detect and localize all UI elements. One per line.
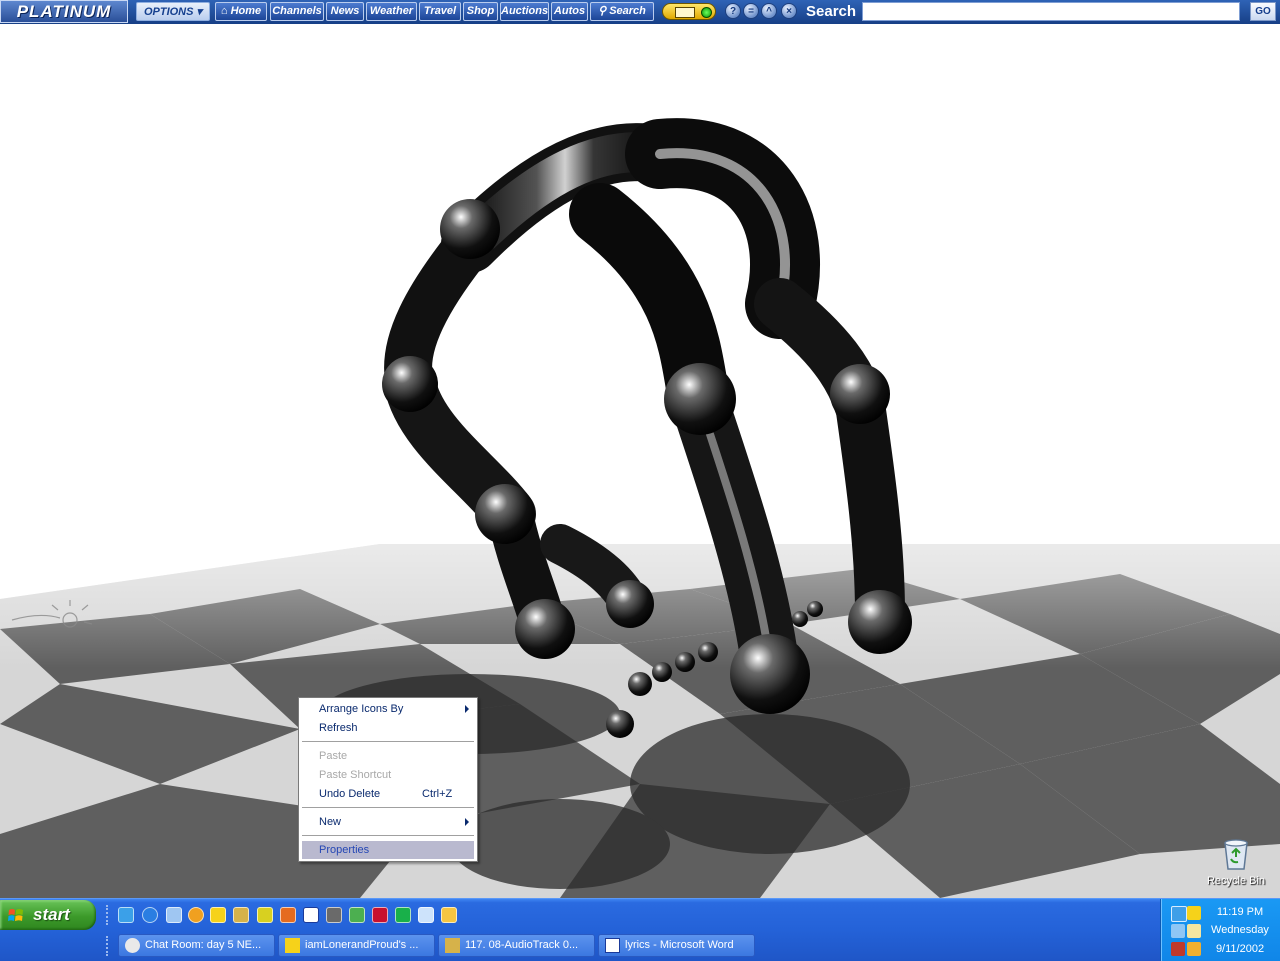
messenger-icon[interactable]	[257, 907, 273, 923]
clock-date: 9/11/2002	[1215, 943, 1265, 955]
menu-arrange-icons-by[interactable]: Arrange Icons By	[302, 700, 474, 718]
download-icon[interactable]	[349, 907, 365, 923]
recycle-bin-label: Recycle Bin	[1206, 875, 1266, 887]
alert-tray-icon[interactable]	[1171, 942, 1185, 956]
context-menu: Arrange Icons By Refresh Paste Paste Sho…	[298, 697, 478, 862]
nav-weather[interactable]: Weather	[366, 2, 417, 21]
chat-icon	[125, 938, 140, 953]
nav-news[interactable]: News	[326, 2, 364, 21]
toolbar-grip[interactable]	[106, 936, 112, 956]
word-icon	[605, 938, 620, 953]
nav-home[interactable]: ⌂ Home	[215, 2, 267, 21]
taskbar: start Chat Room: day 5 NE... iamLonerand…	[0, 898, 1280, 961]
menu-separator	[302, 741, 474, 742]
network-tray-icon[interactable]	[1171, 906, 1187, 922]
close-button[interactable]: ×	[781, 3, 797, 19]
nav-search[interactable]: ⚲ Search	[590, 2, 654, 21]
winamp-icon	[445, 938, 460, 953]
taskbar-window-chat-room[interactable]: Chat Room: day 5 NE...	[118, 934, 275, 957]
menu-separator	[302, 835, 474, 836]
menu-undo-delete[interactable]: Undo Delete Ctrl+Z	[302, 785, 474, 803]
clock-time[interactable]: 11:19 PM	[1201, 906, 1279, 918]
nav-auctions[interactable]: Auctions	[500, 2, 549, 21]
brand-logo: PLATINUM	[0, 0, 128, 23]
calculator-icon[interactable]	[418, 907, 434, 923]
submenu-arrow-icon	[465, 705, 469, 713]
aim-icon[interactable]	[210, 907, 226, 923]
powerpoint-icon[interactable]	[280, 907, 296, 923]
home-icon: ⌂	[220, 5, 228, 17]
winamp-tray-icon[interactable]	[1187, 942, 1201, 956]
status-light-icon	[701, 7, 712, 18]
clock-day: Wednesday	[1211, 924, 1269, 936]
menu-properties[interactable]: Properties	[302, 841, 474, 859]
undo-shortcut: Ctrl+Z	[422, 788, 453, 800]
show-desktop-icon[interactable]	[441, 907, 457, 923]
outlook-express-icon[interactable]	[118, 907, 134, 923]
maximize-button[interactable]: ^	[761, 3, 777, 19]
word-icon[interactable]	[303, 907, 319, 923]
nav-shop[interactable]: Shop	[463, 2, 498, 21]
search-label: Search	[806, 3, 857, 20]
submenu-arrow-icon	[465, 818, 469, 826]
taskbar-window-aim[interactable]: iamLonerandProud's ...	[278, 934, 435, 957]
display-tray-icon[interactable]	[1187, 924, 1201, 938]
network-icon[interactable]	[326, 907, 342, 923]
help-button[interactable]: ?	[725, 3, 741, 19]
toolbar-grip[interactable]	[106, 905, 112, 925]
internet-explorer-icon[interactable]	[142, 907, 158, 923]
go-button[interactable]: GO	[1250, 2, 1276, 21]
winamp-icon[interactable]	[233, 907, 249, 923]
msn-tray-icon[interactable]	[1171, 924, 1185, 938]
options-button[interactable]: OPTIONS ▾	[136, 2, 210, 21]
taskbar-window-word[interactable]: lyrics - Microsoft Word	[598, 934, 755, 957]
platinum-toolbar: PLATINUM OPTIONS ▾ ⌂ Home Channels News …	[0, 0, 1280, 25]
nav-channels[interactable]: Channels	[270, 2, 324, 21]
mail-button[interactable]	[662, 3, 716, 20]
system-tray: 11:19 PM Wednesday 9/11/2002	[1160, 899, 1280, 961]
start-button[interactable]: start	[0, 900, 96, 930]
acrobat-icon[interactable]	[372, 907, 388, 923]
search-input[interactable]	[862, 2, 1240, 21]
recycle-bin[interactable]: Recycle Bin	[1206, 837, 1266, 887]
media-player-icon[interactable]	[188, 907, 204, 923]
menu-paste-shortcut: Paste Shortcut	[319, 769, 392, 781]
nav-travel[interactable]: Travel	[419, 2, 461, 21]
game-icon[interactable]	[395, 907, 411, 923]
windows-media-icon[interactable]	[166, 907, 182, 923]
desktop[interactable]: Arrange Icons By Refresh Paste Paste Sho…	[0, 24, 1280, 898]
menu-separator	[302, 807, 474, 808]
aim-tray-icon[interactable]	[1187, 906, 1201, 920]
menu-paste: Paste	[319, 750, 348, 762]
wallpaper	[0, 118, 1280, 898]
start-label: start	[33, 905, 70, 924]
menu-refresh[interactable]: Refresh	[302, 719, 474, 737]
envelope-icon	[675, 7, 695, 18]
recycle-bin-icon	[1224, 839, 1248, 870]
nav-autos[interactable]: Autos	[551, 2, 588, 21]
windows-logo-icon	[8, 909, 23, 921]
taskbar-window-winamp[interactable]: 117. 08-AudioTrack 0...	[438, 934, 595, 957]
aim-icon	[285, 938, 300, 953]
menu-new[interactable]: New	[302, 813, 474, 831]
minimize-button[interactable]: =	[743, 3, 759, 19]
magnifier-icon: ⚲	[598, 5, 607, 17]
